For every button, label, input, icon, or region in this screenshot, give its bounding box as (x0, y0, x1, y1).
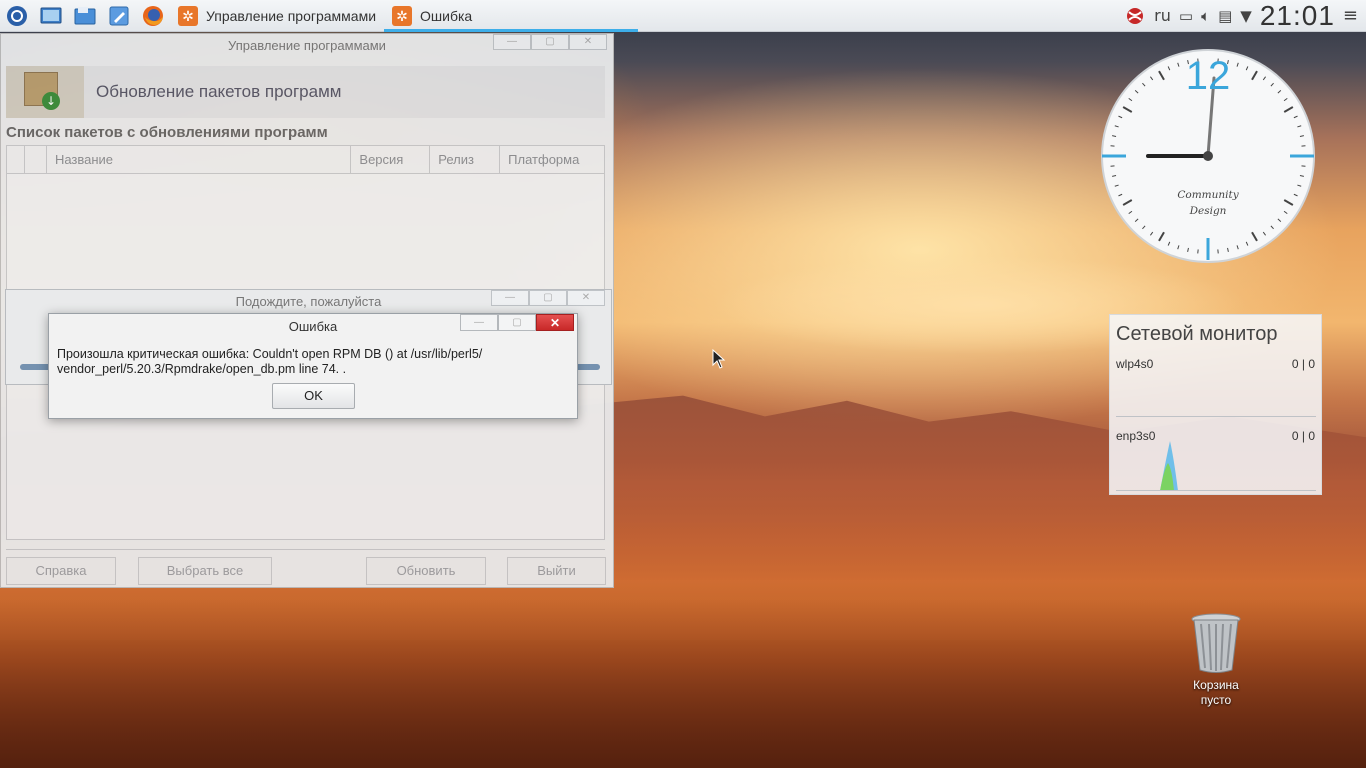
analog-clock-widget[interactable]: 12 Community Design (1100, 48, 1316, 264)
close-button[interactable]: ✕ (569, 34, 607, 50)
traffic-spike (1160, 441, 1178, 491)
section-title: Список пакетов с обновлениями программ (6, 124, 328, 141)
window-controls: — ▢ ✕ (491, 290, 605, 306)
mouse-cursor-icon (712, 349, 726, 369)
help-button[interactable]: Справка (6, 557, 116, 585)
column-platform[interactable]: Платформа (500, 146, 604, 173)
error-message-line1: Произошла критическая ошибка: Couldn't o… (57, 347, 483, 361)
maximize-button[interactable]: ▢ (531, 34, 569, 50)
select-all-button[interactable]: Выбрать все (138, 557, 272, 585)
window-controls: — ▢ ✕ (493, 34, 607, 50)
trash-label-line2: пусто (1200, 693, 1232, 707)
keyboard-layout-icon[interactable] (1124, 6, 1146, 26)
window-titlebar[interactable]: Управление программами — ▢ ✕ (1, 34, 613, 58)
digital-clock[interactable]: 21:01 (1260, 0, 1335, 32)
pencil-icon (109, 6, 129, 25)
maximize-button[interactable]: ▢ (529, 290, 567, 306)
column-version[interactable]: Версия (351, 146, 431, 173)
column-name[interactable]: Название (47, 146, 352, 173)
app-menu-launcher[interactable] (0, 0, 34, 32)
error-message: Произошла критическая ошибка: Couldn't o… (57, 347, 567, 377)
gear-icon: ✲ (178, 5, 198, 26)
desktop-icon (40, 7, 62, 23)
package-update-icon: ↓ (6, 66, 84, 118)
ok-button[interactable]: OK (272, 383, 355, 409)
table-header: Название Версия Релиз Платформа (7, 146, 604, 174)
netmon-title: Сетевой монитор (1116, 323, 1278, 345)
network-icon[interactable]: ▭ (1179, 7, 1193, 25)
mageia-menu-icon (7, 5, 27, 26)
task-label: Управление программами (206, 7, 377, 24)
close-button[interactable]: ✕ (567, 290, 605, 306)
window-title: Управление программами (228, 38, 386, 53)
minimize-button[interactable]: — (491, 290, 529, 306)
window-title: Подождите, пожалуйста (235, 294, 382, 309)
minimize-button[interactable]: — (493, 34, 531, 50)
wallpaper-fog (0, 580, 1366, 768)
minimize-button[interactable]: — (460, 314, 498, 331)
button-bar: Справка Выбрать все Обновить Выйти (6, 549, 606, 585)
dialog-titlebar[interactable]: Ошибка — ▢ ✕ (49, 314, 577, 340)
clock-brand: Community Design (1158, 187, 1258, 219)
text-editor-launcher[interactable] (102, 0, 136, 32)
trash-icon (1191, 613, 1241, 673)
clipboard-icon[interactable]: ▤ (1218, 7, 1232, 25)
error-message-line2: vendor_perl/5.20.3/Rpmdrake/open_db.pm l… (57, 362, 347, 376)
clock-brand-line1: Community (1177, 189, 1239, 201)
gear-icon: ✲ (392, 5, 413, 26)
close-button[interactable]: ✕ (536, 314, 574, 331)
show-desktop-launcher[interactable] (34, 0, 68, 32)
header-banner: ↓ Обновление пакетов программ (6, 66, 605, 118)
quit-button[interactable]: Выйти (507, 557, 606, 585)
taskbar: ✲ Управление программами ✲ Ошибка ru ▭ 🔈… (0, 0, 1366, 32)
firefox-icon (143, 5, 163, 26)
update-button[interactable]: Обновить (366, 557, 486, 585)
dialog-title: Ошибка (288, 319, 338, 334)
trash-label-line1: Корзина (1193, 678, 1239, 692)
interface-graph (1116, 439, 1316, 491)
clock-brand-line2: Design (1189, 205, 1227, 217)
column-status[interactable] (25, 146, 47, 173)
column-checkbox[interactable] (7, 146, 25, 173)
error-dialog: Ошибка — ▢ ✕ Произошла критическая ошибк… (48, 313, 578, 419)
task-software-manager[interactable]: ✲ Управление программами (170, 0, 384, 32)
network-monitor-widget[interactable]: Сетевой монитор wlp4s0 0 | 0 enp3s0 0 | … (1109, 314, 1322, 495)
task-label: Ошибка (420, 7, 473, 24)
system-tray: ru ▭ 🔈︎ ▤ ▼ 21:01 ≡ (1124, 0, 1366, 32)
firefox-launcher[interactable] (136, 0, 170, 32)
panel-menu-icon[interactable]: ≡ (1343, 5, 1358, 26)
column-release[interactable]: Релиз (430, 146, 501, 173)
trash-desktop-icon[interactable]: Корзина пусто (1180, 612, 1252, 708)
task-error[interactable]: ✲ Ошибка (384, 0, 639, 32)
window-controls: — ▢ ✕ (460, 314, 574, 331)
header-title: Обновление пакетов программ (96, 82, 342, 101)
keyboard-layout-label[interactable]: ru (1154, 6, 1171, 25)
tray-expand-icon[interactable]: ▼ (1240, 7, 1252, 25)
volume-icon[interactable]: 🔈︎ (1201, 7, 1210, 25)
folder-icon (74, 6, 96, 24)
file-manager-launcher[interactable] (68, 0, 102, 32)
interface-graph (1116, 365, 1316, 417)
clock-twelve-numeral: 12 (1185, 54, 1231, 98)
maximize-button[interactable]: ▢ (498, 314, 536, 331)
